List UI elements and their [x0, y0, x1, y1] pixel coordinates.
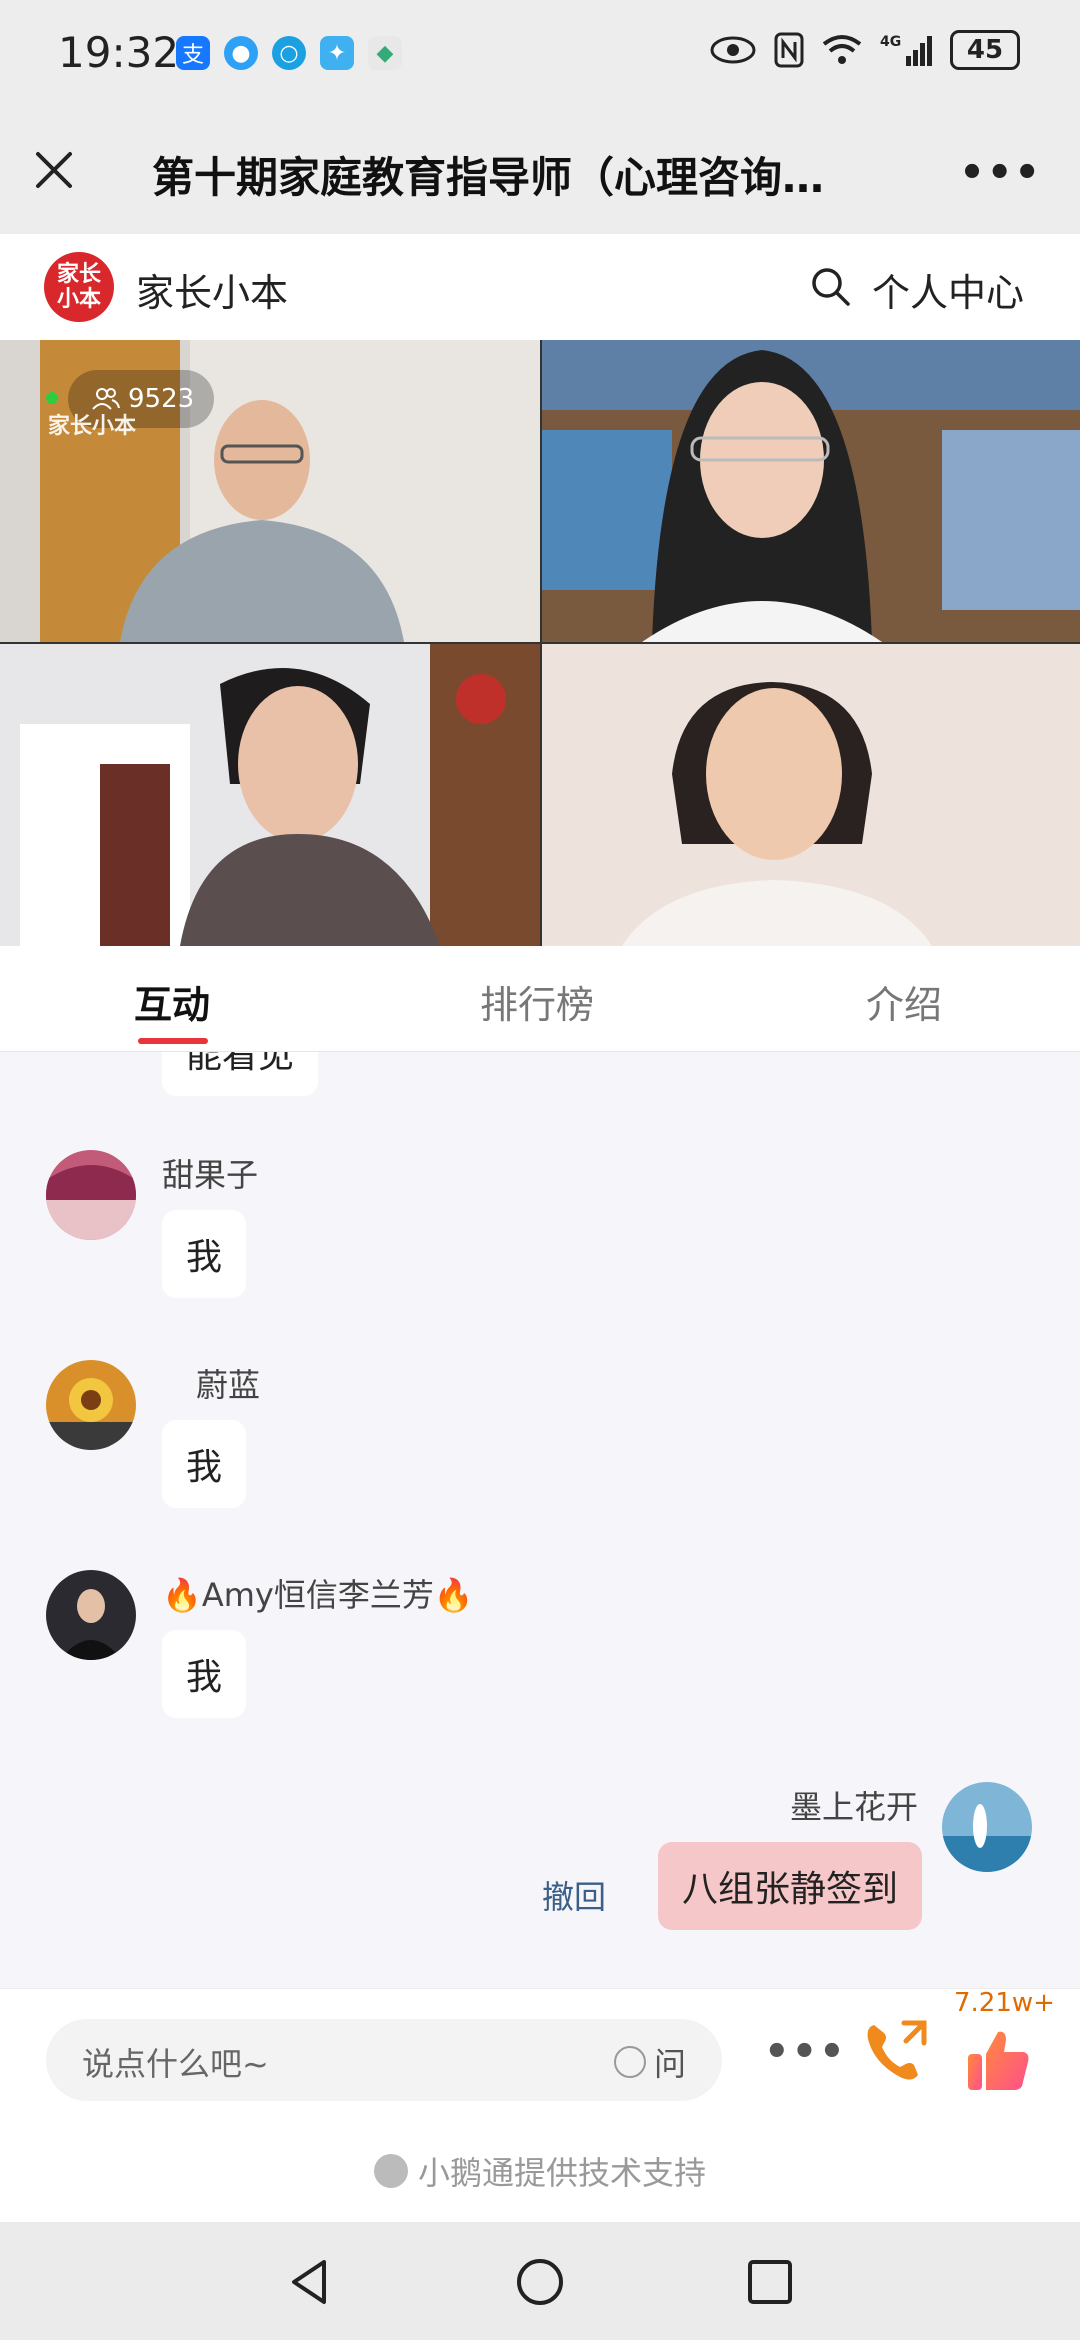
nfc-icon — [774, 32, 804, 68]
close-icon[interactable] — [26, 142, 82, 198]
chat-bubble: 能看见 — [162, 1052, 319, 1096]
comment-placeholder: 说点什么吧~ — [82, 2045, 269, 2083]
tab-bar: 互动 排行榜 介绍 — [0, 946, 1080, 1052]
back-icon[interactable] — [280, 2252, 340, 2312]
tab-leaderboard[interactable]: 排行榜 — [480, 974, 594, 1029]
chat-bubble: 我 — [162, 1210, 247, 1298]
support-text: 小鹅通提供技术支持 — [417, 2154, 706, 2192]
page-title: 第十期家庭教育指导师（心理咨询… — [152, 153, 825, 202]
call-icon[interactable] — [860, 2015, 932, 2087]
comment-input[interactable]: 说点什么吧~ 问 — [46, 2019, 722, 2101]
message-icon: ● — [224, 36, 258, 70]
notification-icons: 支 ● ○ ✦ ◆ — [176, 36, 402, 70]
more-actions-button[interactable]: ••• — [764, 2029, 847, 2075]
like-count: 7.21w+ — [954, 1988, 1055, 2018]
user-avatar[interactable] — [46, 1570, 136, 1660]
input-bar: 说点什么吧~ 问 ••• — [0, 1988, 1080, 2120]
chat-bubble: 我 — [162, 1630, 247, 1718]
personal-center-link[interactable]: 个人中心 — [872, 262, 1024, 317]
tab-introduction[interactable]: 介绍 — [866, 974, 942, 1029]
status-time: 19:32 — [58, 28, 180, 77]
alipay-icon: 支 — [176, 36, 210, 70]
more-options-button[interactable]: ••• — [959, 150, 1042, 196]
live-video-grid[interactable] — [0, 340, 1080, 946]
tab-interaction[interactable]: 互动 — [134, 974, 210, 1029]
status-bar: 19:32 支 ● ○ ✦ ◆ 4G 45 — [0, 0, 1080, 108]
tech-support-footer: 小鹅通提供技术支持 — [0, 2120, 1080, 2222]
radio-icon — [613, 2046, 646, 2078]
video-tile-guest-1[interactable] — [542, 340, 1080, 642]
recents-icon[interactable] — [740, 2252, 800, 2312]
brand-name[interactable]: 家长小本 — [136, 262, 288, 317]
chat-username: 甜果子 — [162, 1156, 259, 1194]
signal-icon: 4G — [880, 34, 932, 66]
home-icon[interactable] — [510, 2252, 570, 2312]
ask-question-toggle[interactable]: 问 — [613, 2039, 686, 2085]
svg-text:4G: 4G — [880, 34, 901, 50]
self-avatar[interactable] — [942, 1782, 1032, 1872]
title-bar: 第十期家庭教育指导师（心理咨询… ••• — [0, 108, 1080, 234]
active-tab-indicator — [138, 1038, 208, 1044]
recall-button[interactable]: 撤回 — [542, 1872, 606, 1918]
self-chat-bubble: 八组张静签到 — [657, 1842, 922, 1930]
browser-icon: ○ — [272, 36, 306, 70]
huawei-app-icon: ◆ — [368, 36, 402, 70]
thumbs-up-icon[interactable] — [962, 2024, 1034, 2096]
brand-bar: 家长 小本 家长小本 个人中心 — [0, 234, 1080, 340]
search-icon[interactable] — [808, 264, 852, 308]
eye-icon — [710, 36, 756, 64]
chat-bubble: 我 — [162, 1420, 247, 1508]
bird-app-icon: ✦ — [320, 36, 354, 70]
system-nav-bar — [0, 2222, 1080, 2340]
ask-label: 问 — [653, 2045, 686, 2083]
brand-logo[interactable]: 家长 小本 — [44, 252, 114, 322]
chat-list[interactable]: 能看见 甜果子 我 蔚蓝 我 🔥Amy恒信李兰芳🔥 我 墨上花开 八组张静签到 … — [0, 1052, 1080, 1988]
battery-indicator: 45 — [950, 30, 1020, 70]
self-username: 墨上花开 — [789, 1788, 918, 1826]
video-watermark: 家长小本 — [48, 414, 137, 439]
video-tile-guest-3[interactable] — [542, 644, 1080, 946]
user-avatar[interactable] — [46, 1360, 136, 1450]
viewer-count: 9523 — [128, 384, 195, 414]
chat-username: 蔚蓝 — [196, 1366, 261, 1404]
video-tile-guest-2[interactable] — [0, 644, 540, 946]
user-avatar[interactable] — [46, 1150, 136, 1240]
wifi-icon — [822, 35, 862, 64]
live-indicator — [46, 392, 58, 404]
xiaoetong-logo-icon — [373, 2154, 408, 2188]
chat-username: 🔥Amy恒信李兰芳🔥 — [162, 1576, 474, 1614]
